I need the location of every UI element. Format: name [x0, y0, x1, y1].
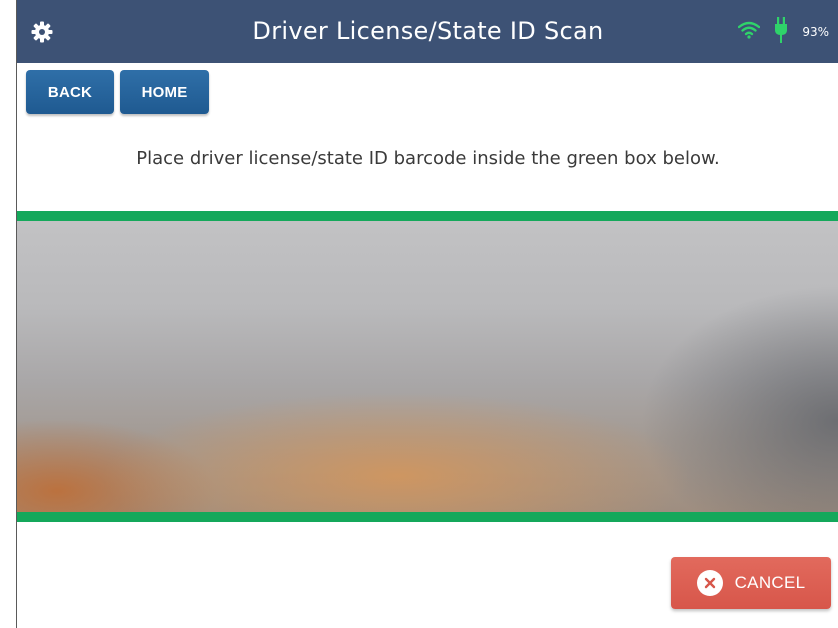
power-plug-icon — [774, 16, 788, 47]
cancel-button[interactable]: CANCEL — [671, 557, 831, 609]
wifi-icon — [738, 21, 761, 43]
scan-instruction: Place driver license/state ID barcode in… — [136, 148, 720, 169]
battery-percentage: 93% — [802, 24, 829, 39]
cancel-label: CANCEL — [734, 573, 806, 592]
scan-screen: Driver License/State ID Scan 93% BACK HO… — [16, 0, 838, 628]
title-bar: Driver License/State ID Scan 93% — [17, 0, 838, 63]
status-indicators: 93% — [738, 0, 829, 63]
home-button[interactable]: HOME — [120, 70, 209, 114]
close-icon — [696, 570, 723, 596]
page-title: Driver License/State ID Scan — [252, 17, 604, 45]
camera-scan-area — [17, 211, 838, 522]
back-button[interactable]: BACK — [26, 70, 114, 114]
